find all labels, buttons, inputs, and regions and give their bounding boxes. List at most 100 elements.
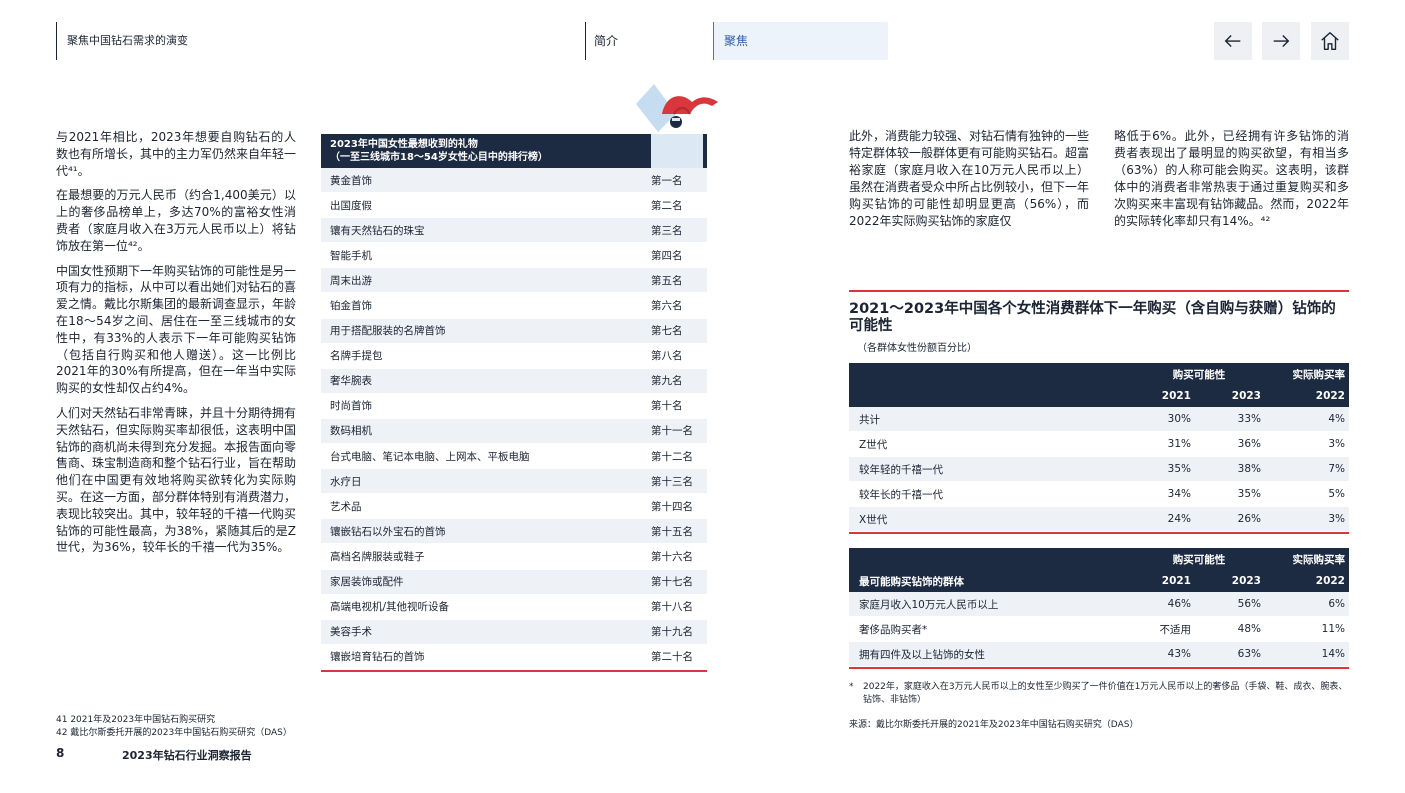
table-row: Z世代 31% 36% 3% (849, 432, 1349, 457)
value-actual: 7% (1328, 463, 1345, 475)
table-row: 名牌手提包 第八名 (321, 344, 707, 369)
segment-label: 拥有四件及以上钻饰的女性 (859, 648, 985, 661)
gift-rank: 第二十名 (651, 651, 693, 664)
table-row: 黄金首饰 第一名 (321, 168, 707, 194)
gift-rank: 第十八名 (651, 601, 693, 614)
tab-intro[interactable]: 简介 (585, 22, 713, 60)
header-actual: 实际购买率 (1292, 553, 1346, 566)
home-button[interactable] (1311, 22, 1349, 60)
gift-box-illustration-icon (636, 84, 718, 132)
gift-item: 黄金首饰 (330, 174, 372, 187)
segment-label: 较年轻的千禧一代 (859, 463, 943, 476)
table-header-row: 购买可能性 实际购买率 (849, 363, 1349, 385)
value-actual: 3% (1328, 513, 1345, 525)
value-2023: 33% (1237, 413, 1261, 425)
source-note: 来源：戴比尔斯委托开展的2021年及2023年中国钻石购买研究（DAS） (849, 720, 1139, 730)
table-header-years: 最可能购买钻饰的群体 2021 2023 2022 (849, 570, 1349, 592)
table-row: 镶嵌培育钻石的首饰 第二十名 (321, 645, 707, 670)
segment-label: 家庭月收入10万元人民币以上 (859, 598, 999, 611)
left-body-text: 与2021年相比，2023年想要自购钻石的人数也有所增长，其中的主力军仍然来自年… (56, 129, 296, 564)
gift-rank: 第二名 (651, 199, 683, 212)
gift-rank: 第一名 (651, 174, 683, 187)
gift-rank: 第三名 (651, 224, 683, 237)
segment-label: X世代 (859, 513, 888, 526)
table-bottom-rule (849, 532, 1349, 534)
report-title: 2023年钻石行业洞察报告 (122, 749, 252, 762)
section-title: 聚焦中国钻石需求的演变 (56, 22, 188, 60)
header-segment: 最可能购买钻饰的群体 (859, 575, 964, 588)
value-2021: 24% (1167, 513, 1191, 525)
table-row: 家居装饰或配件 第十七名 (321, 569, 707, 595)
gift-item: 高端电视机/其他视听设备 (330, 601, 450, 614)
gift-rank: 第十七名 (651, 576, 693, 589)
gift-item: 台式电脑、笔记本电脑、上网本、平板电脑 (330, 450, 530, 463)
paragraph: 在最想要的万元人民币（约合1,400美元）以上的奢侈品榜单上，多达70%的富裕女… (56, 188, 296, 253)
paragraph: 中国女性预期下一年购买钻饰的可能性是另一项有力的指标，从中可以看出她们对钻石的喜… (56, 263, 297, 396)
gift-rank: 第七名 (651, 325, 683, 338)
value-2023: 56% (1237, 598, 1261, 610)
gift-item: 名牌手提包 (330, 350, 383, 363)
table-row: 镶有天然钻石的珠宝 第三名 (321, 218, 707, 244)
table-row: 奢侈品购买者* 不适用 48% 11% (849, 617, 1349, 642)
gift-table-header: 2023年中国女性最想收到的礼物 （一至三线城市18～54岁女性心目中的排行榜） (321, 134, 707, 168)
value-actual: 11% (1321, 623, 1345, 635)
table-bottom-rule (321, 669, 707, 672)
forward-button[interactable] (1262, 22, 1300, 60)
table-row: 高端电视机/其他视听设备 第十八名 (321, 595, 707, 620)
table-row: 较年长的千禧一代 34% 35% 5% (849, 482, 1349, 507)
gift-rank: 第十名 (651, 400, 683, 413)
value-2023: 63% (1237, 648, 1261, 660)
gift-item: 镶有天然钻石的珠宝 (330, 224, 425, 237)
value-2021: 46% (1167, 598, 1191, 610)
gift-item: 水疗日 (330, 475, 362, 488)
table-row: 智能手机 第四名 (321, 243, 707, 269)
prob-table-title: 2021～2023年中国各个女性消费群体下一年购买（含自购与获赠）钻饰的可能性 (849, 301, 1336, 334)
value-actual: 14% (1321, 648, 1345, 660)
segment-label: Z世代 (859, 438, 888, 451)
header-year: 2022 (1315, 390, 1345, 402)
segment-prob-table: 购买可能性 实际购买率 最可能购买钻饰的群体 2021 2023 2022 家庭… (849, 548, 1349, 669)
gift-item: 数码相机 (330, 425, 372, 438)
table-row: 周末出游 第五名 (321, 268, 707, 294)
value-2023: 38% (1237, 463, 1261, 475)
gift-item: 家居装饰或配件 (330, 576, 404, 589)
value-actual: 5% (1328, 488, 1345, 500)
back-button[interactable] (1214, 22, 1252, 60)
value-2023: 26% (1237, 513, 1261, 525)
table-row: 时尚首饰 第十名 (321, 394, 707, 419)
table-row: 用于搭配服装的名牌首饰 第七名 (321, 318, 707, 344)
gift-item: 镶嵌钻石以外宝石的首饰 (330, 525, 446, 538)
gift-rank: 第十一名 (651, 425, 693, 438)
segment-label: 较年长的千禧一代 (859, 488, 943, 501)
gift-item: 镶嵌培育钻石的首饰 (330, 651, 425, 664)
gift-item: 时尚首饰 (330, 400, 372, 413)
page-number: 8 (56, 746, 65, 760)
gift-rank: 第五名 (651, 274, 683, 287)
home-icon (1321, 32, 1339, 50)
footnote-text: 2022年，家庭收入在3万元人民币以上的女性至少购买了一件价值在1万元人民币以上… (863, 682, 1348, 705)
gift-item: 美容手术 (330, 626, 372, 639)
gift-item: 出国度假 (330, 199, 372, 212)
table-row: 较年轻的千禧一代 35% 38% 7% (849, 457, 1349, 482)
gift-rank: 第十五名 (651, 525, 693, 538)
header-year: 2021 (1161, 390, 1191, 402)
table-row: 拥有四件及以上钻饰的女性 43% 63% 14% (849, 642, 1349, 667)
table-row: 美容手术 第十九名 (321, 619, 707, 645)
table-row: 出国度假 第二名 (321, 193, 707, 219)
footnote: 41 2021年及2023年中国钻石购买研究 (56, 715, 216, 725)
header-likelihood: 购买可能性 (1172, 553, 1226, 566)
table-row: 台式电脑、笔记本电脑、上网本、平板电脑 第十二名 (321, 444, 707, 470)
footnote: 42 戴比尔斯委托开展的2023年中国钻石购买研究（DAS） (56, 727, 292, 738)
header-year: 2023 (1231, 390, 1261, 402)
value-2021: 34% (1167, 488, 1191, 500)
tab-focus[interactable]: 聚焦 (713, 22, 888, 60)
table-footnote: * 2022年，家庭收入在3万元人民币以上的女性至少购买了一件价值在1万元人民币… (849, 681, 1349, 706)
value-actual: 3% (1328, 438, 1345, 450)
right-body-text-col2: 略低于6%。此外，已经拥有许多钻饰的消费者表现出了最明显的购买欲望，有相当多（6… (1114, 129, 1349, 228)
gift-item: 艺术品 (330, 500, 362, 513)
header-year: 2022 (1315, 575, 1345, 587)
gift-table-title: 2023年中国女性最想收到的礼物 (330, 139, 478, 150)
header-likelihood: 购买可能性 (1172, 368, 1226, 381)
generation-prob-table: 购买可能性 实际购买率 2021 2023 2022 共计 30% 33% 4% Z世代… (849, 363, 1349, 534)
arrow-right-icon (1273, 35, 1290, 47)
